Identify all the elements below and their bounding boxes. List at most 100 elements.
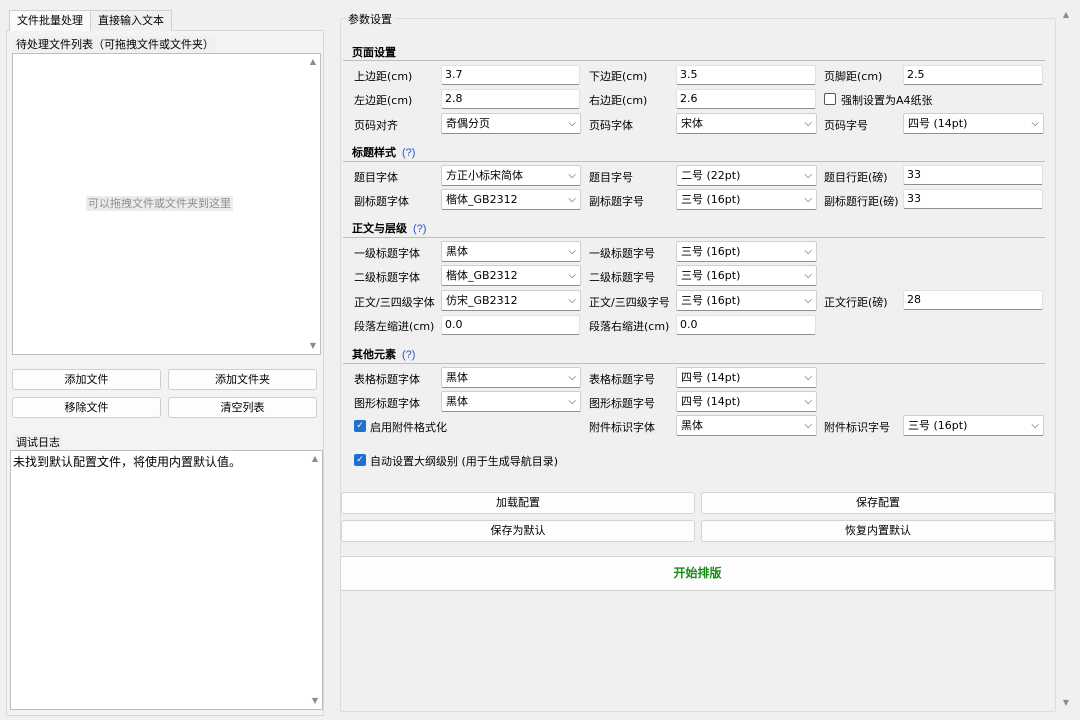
body-size-select[interactable]: 三号 (16pt) ⌵ [676, 290, 817, 311]
top-margin-label: 上边距(cm) [354, 70, 413, 83]
h1-font-label: 一级标题字体 [354, 247, 420, 260]
page-num-font-label: 页码字体 [589, 119, 633, 132]
subtitle-spacing-input[interactable]: 33 [903, 189, 1043, 209]
subtitle-spacing-label: 副标题行距(磅) [824, 195, 899, 208]
figure-size-label: 图形标题字号 [589, 397, 655, 410]
tab-direct-input[interactable]: 直接输入文本 [90, 10, 172, 31]
chevron-down-icon: ⌵ [804, 295, 812, 306]
chevron-down-icon: ⌵ [1031, 118, 1039, 129]
debug-log[interactable]: 未找到默认配置文件，将使用内置默认值。 ▲ ▼ [10, 450, 323, 710]
scroll-up-icon[interactable]: ▲ [306, 55, 320, 69]
page-num-align-select[interactable]: 奇偶分页 ⌵ [441, 113, 581, 134]
restore-default-button[interactable]: 恢复内置默认 [701, 520, 1055, 542]
remove-file-button[interactable]: 移除文件 [12, 397, 161, 418]
figure-font-select[interactable]: 黑体 ⌵ [441, 391, 581, 412]
chevron-down-icon: ⌵ [804, 118, 812, 129]
log-scrollbar[interactable]: ▲ ▼ [308, 451, 322, 709]
scroll-down-icon[interactable]: ▼ [306, 339, 320, 353]
h2-font-label: 二级标题字体 [354, 271, 420, 284]
scroll-down-icon[interactable]: ▼ [1059, 698, 1073, 707]
chevron-down-icon: ⌵ [804, 396, 812, 407]
attach-size-select[interactable]: 三号 (16pt) ⌵ [903, 415, 1044, 436]
file-list-scrollbar[interactable]: ▲ ▼ [306, 54, 320, 354]
h2-size-select[interactable]: 三号 (16pt) ⌵ [676, 265, 817, 286]
chevron-down-icon: ⌵ [568, 396, 576, 407]
chevron-down-icon: ⌵ [804, 246, 812, 257]
h2-font-select[interactable]: 楷体_GB2312 ⌵ [441, 265, 581, 286]
scroll-up-icon[interactable]: ▲ [1059, 10, 1073, 19]
add-file-button[interactable]: 添加文件 [12, 369, 161, 390]
divider [343, 60, 1045, 61]
add-folder-button[interactable]: 添加文件夹 [168, 369, 317, 390]
section-heading-title: 标题样式 (?) [352, 146, 416, 159]
help-link[interactable]: (?) [402, 349, 415, 361]
h1-size-select[interactable]: 三号 (16pt) ⌵ [676, 241, 817, 262]
force-a4-checkbox[interactable] [824, 93, 836, 105]
title-size-label: 题目字号 [589, 171, 633, 184]
start-format-button[interactable]: 开始排版 [340, 556, 1055, 591]
divider [343, 237, 1045, 238]
body-font-label: 正文/三四级字体 [354, 296, 435, 309]
params-scrollbar[interactable]: ▲ ▼ [1059, 0, 1073, 720]
table-font-select[interactable]: 黑体 ⌵ [441, 367, 581, 388]
section-page-title: 页面设置 [352, 46, 396, 59]
log-title: 调试日志 [14, 434, 62, 450]
file-list-placeholder: 可以拖拽文件或文件夹到这里 [86, 196, 233, 211]
footer-margin-input[interactable]: 2.5 [903, 65, 1043, 85]
chevron-down-icon: ⌵ [568, 270, 576, 281]
chevron-down-icon: ⌵ [804, 270, 812, 281]
right-margin-label: 右边距(cm) [589, 94, 648, 107]
page-num-font-select[interactable]: 宋体 ⌵ [676, 113, 817, 134]
section-body-title: 正文与层级 (?) [352, 222, 427, 235]
divider [343, 161, 1045, 162]
right-indent-input[interactable]: 0.0 [676, 315, 816, 335]
subtitle-font-select[interactable]: 楷体_GB2312 ⌵ [441, 189, 581, 210]
save-default-button[interactable]: 保存为默认 [341, 520, 695, 542]
chevron-down-icon: ⌵ [804, 420, 812, 431]
top-margin-input[interactable]: 3.7 [441, 65, 580, 85]
attach-format-checkbox[interactable]: ✓ [354, 420, 366, 432]
help-link[interactable]: (?) [413, 223, 426, 235]
h1-size-label: 一级标题字号 [589, 247, 655, 260]
page-num-size-select[interactable]: 四号 (14pt) ⌵ [903, 113, 1044, 134]
chevron-down-icon: ⌵ [804, 194, 812, 205]
body-spacing-input[interactable]: 28 [903, 290, 1043, 310]
left-margin-input[interactable]: 2.8 [441, 89, 580, 109]
title-spacing-input[interactable]: 33 [903, 165, 1043, 185]
left-indent-input[interactable]: 0.0 [441, 315, 580, 335]
save-config-button[interactable]: 保存配置 [701, 492, 1055, 514]
clear-list-button[interactable]: 清空列表 [168, 397, 317, 418]
divider [343, 363, 1045, 364]
title-spacing-label: 题目行距(磅) [824, 171, 888, 184]
right-margin-input[interactable]: 2.6 [676, 89, 816, 109]
title-font-select[interactable]: 方正小标宋简体 ⌵ [441, 165, 581, 186]
subtitle-size-label: 副标题字号 [589, 195, 644, 208]
chevron-down-icon: ⌵ [568, 170, 576, 181]
attach-font-select[interactable]: 黑体 ⌵ [676, 415, 817, 436]
right-indent-label: 段落右缩进(cm) [589, 320, 670, 333]
bottom-margin-input[interactable]: 3.5 [676, 65, 816, 85]
h1-font-select[interactable]: 黑体 ⌵ [441, 241, 581, 262]
scroll-down-icon[interactable]: ▼ [308, 694, 322, 708]
subtitle-size-select[interactable]: 三号 (16pt) ⌵ [676, 189, 817, 210]
page-num-align-label: 页码对齐 [354, 119, 398, 132]
left-margin-label: 左边距(cm) [354, 94, 413, 107]
file-list[interactable]: 可以拖拽文件或文件夹到这里 ▲ ▼ [12, 53, 321, 355]
help-link[interactable]: (?) [402, 147, 415, 159]
footer-margin-label: 页脚距(cm) [824, 70, 883, 83]
chevron-down-icon: ⌵ [568, 118, 576, 129]
chevron-down-icon: ⌵ [568, 295, 576, 306]
section-other-title: 其他元素 (?) [352, 348, 416, 361]
scroll-up-icon[interactable]: ▲ [308, 452, 322, 466]
chevron-down-icon: ⌵ [568, 246, 576, 257]
auto-outline-checkbox[interactable]: ✓ [354, 454, 366, 466]
chevron-down-icon: ⌵ [568, 372, 576, 383]
title-size-select[interactable]: 二号 (22pt) ⌵ [676, 165, 817, 186]
load-config-button[interactable]: 加载配置 [341, 492, 695, 514]
tab-batch[interactable]: 文件批量处理 [9, 10, 91, 31]
figure-size-select[interactable]: 四号 (14pt) ⌵ [676, 391, 817, 412]
table-size-select[interactable]: 四号 (14pt) ⌵ [676, 367, 817, 388]
attach-format-label: 启用附件格式化 [370, 421, 447, 434]
figure-font-label: 图形标题字体 [354, 397, 420, 410]
body-font-select[interactable]: 仿宋_GB2312 ⌵ [441, 290, 581, 311]
